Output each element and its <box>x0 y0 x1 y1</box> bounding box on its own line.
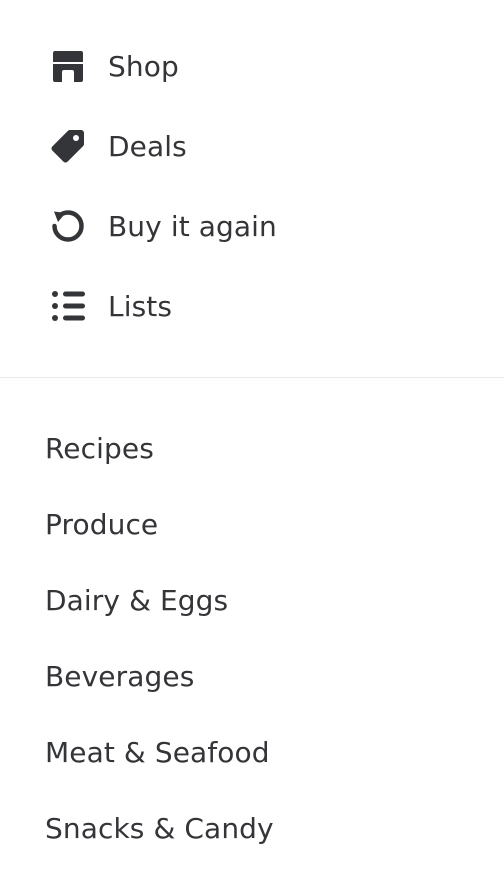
nav-item-label: Lists <box>108 289 173 323</box>
category-label: Produce <box>45 507 159 541</box>
nav-item-shop[interactable]: Shop <box>0 26 504 106</box>
category-nav: Recipes Produce Dairy & Eggs Beverages M… <box>0 410 504 866</box>
refresh-icon <box>49 207 87 245</box>
category-item-recipes[interactable]: Recipes <box>0 410 504 486</box>
menu-divider <box>0 377 504 378</box>
category-label: Snacks & Candy <box>45 811 274 845</box>
storefront-icon <box>49 47 87 85</box>
nav-item-label: Deals <box>108 129 187 163</box>
category-label: Dairy & Eggs <box>45 583 229 617</box>
list-icon <box>49 287 87 325</box>
category-item-produce[interactable]: Produce <box>0 486 504 562</box>
category-label: Beverages <box>45 659 195 693</box>
nav-item-buy-it-again[interactable]: Buy it again <box>0 186 504 266</box>
category-label: Meat & Seafood <box>45 735 270 769</box>
navigation-menu: Shop Deals Buy it again Lists Recipes Pr… <box>0 0 504 886</box>
category-item-snacks-candy[interactable]: Snacks & Candy <box>0 790 504 866</box>
primary-nav: Shop Deals Buy it again Lists <box>0 26 504 346</box>
category-label: Recipes <box>45 431 154 465</box>
category-item-dairy-eggs[interactable]: Dairy & Eggs <box>0 562 504 638</box>
category-item-meat-seafood[interactable]: Meat & Seafood <box>0 714 504 790</box>
nav-item-lists[interactable]: Lists <box>0 266 504 346</box>
nav-item-label: Buy it again <box>108 209 277 243</box>
category-item-beverages[interactable]: Beverages <box>0 638 504 714</box>
nav-item-label: Shop <box>108 49 179 83</box>
nav-item-deals[interactable]: Deals <box>0 106 504 186</box>
tag-icon <box>49 127 87 165</box>
